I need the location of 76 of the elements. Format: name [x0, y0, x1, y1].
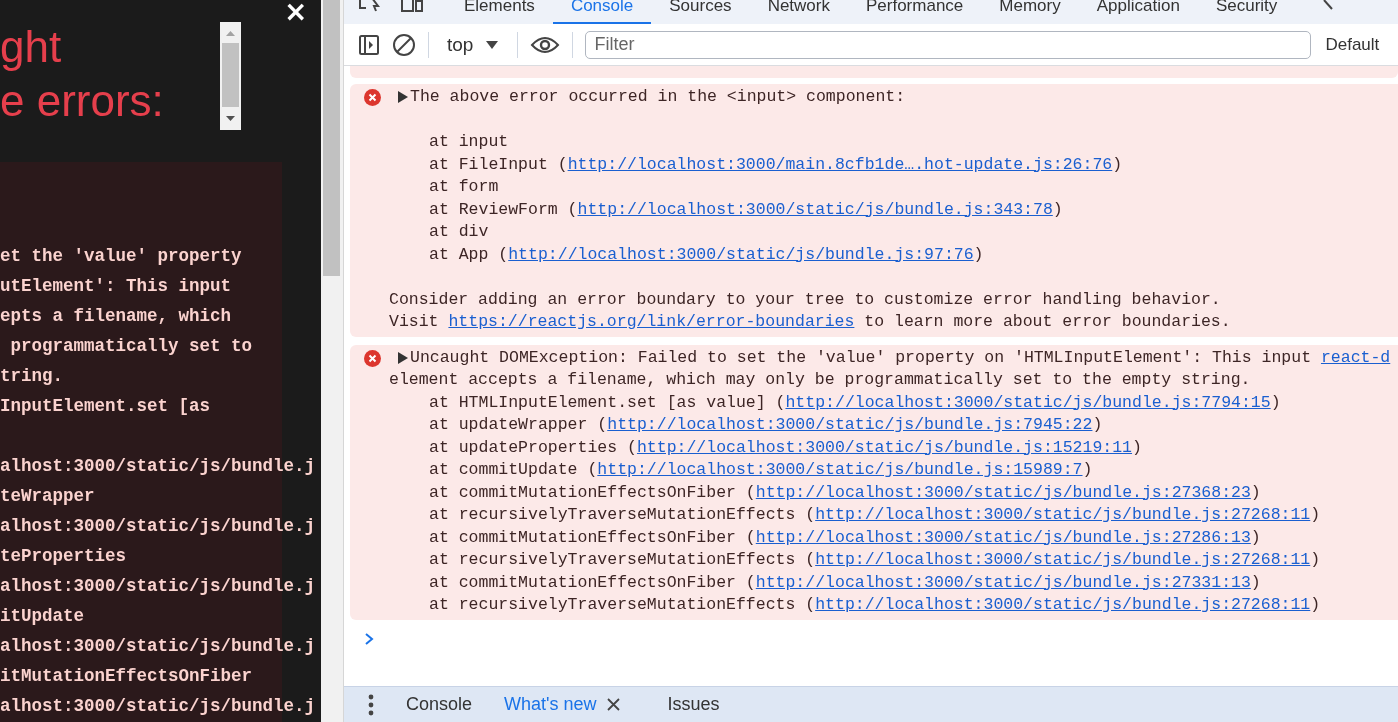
stack-frame: at commitMutationEffectsOnFiber (http://localhost:3000/static/js/bundle.js:27368:23) [429, 481, 1391, 504]
stack-line: teWrapper [0, 485, 95, 508]
expand-triangle-icon[interactable] [398, 91, 408, 104]
stack-frame: at form [429, 176, 1231, 199]
stack-line: teProperties [0, 545, 127, 568]
source-link[interactable]: http://localhost:3000/static/js/bundle.js:27286:13 [755, 527, 1251, 547]
source-link[interactable]: http://localhost:3000/static/js/bundle.js:343:78 [577, 199, 1053, 219]
error-text: The above error occurred in the <input> component: [410, 86, 906, 108]
drawer-tab[interactable]: Issues [651, 694, 736, 715]
close-button[interactable]: × [282, 0, 310, 24]
clear-console-icon[interactable] [392, 32, 416, 57]
prompt-icon[interactable] [364, 631, 374, 646]
note-text: Consider adding an error boundary to your tree to customize error handling behavior. [389, 288, 1222, 311]
stack-line: programmatically set to [9, 335, 253, 358]
sidebar-toggle-icon[interactable] [358, 33, 380, 56]
panel-tab[interactable]: Memory [981, 0, 1079, 24]
error-icon [364, 89, 381, 106]
stack-line: utElement': This input [0, 275, 232, 298]
stack-line: itMutationEffectsOnFiber [0, 665, 253, 688]
error-text: element accepts a filename, which may only be programmatically set to the empty string. [389, 369, 1252, 391]
source-link[interactable]: http://localhost:3000/static/js/bundle.js:7945:22 [607, 415, 1093, 434]
filter-field[interactable]: Filter [585, 30, 1312, 59]
title-scrollbar[interactable] [220, 22, 241, 130]
stack-line: alhost:3000/static/js/bundle.j [0, 635, 316, 658]
close-icon[interactable] [606, 698, 620, 711]
device-icon[interactable] [400, 0, 424, 12]
stack-frame: at commitMutationEffectsOnFiber (http://localhost:3000/static/js/bundle.js:27286:13) [429, 526, 1391, 549]
stack-frame: at recursivelyTraverseMutationEffects (http://localhost:3000/static/js/bundle.js:27268:11) [429, 504, 1391, 527]
stack-frame: at App (http://localhost:3000/static/js/bundle.js:97:76) [429, 243, 1231, 266]
source-link[interactable]: http://localhost:3000/static/js/bundle.js:27268:11 [815, 550, 1311, 569]
stack-line: itUpdate [0, 605, 84, 628]
overlay-title: ght e errors: [0, 21, 164, 127]
stack-line: et the 'value' property [0, 245, 242, 268]
source-link[interactable]: http://localhost:3000/static/js/bundle.js:27368:23 [755, 482, 1251, 502]
stack-frame: at updateWrapper (http://localhost:3000/static/js/bundle.js:7945:22) [429, 414, 1391, 437]
scrollbar-thumb[interactable] [323, 0, 340, 276]
stack-frame: at commitUpdate (http://localhost:3000/static/js/bundle.js:15989:7) [429, 459, 1391, 482]
error-icon [364, 349, 381, 367]
stack-frame: at recursivelyTraverseMutationEffects (http://localhost:3000/static/js/bundle.js:27268:11) [429, 594, 1391, 617]
stack-line: InputElement.set [as [0, 395, 211, 418]
expand-triangle-icon[interactable] [398, 351, 408, 364]
stack-frame: at recursivelyTraverseMutationEffects (http://localhost:3000/static/js/bundle.js:27268:11) [429, 549, 1391, 572]
stack-frame: at HTMLInputElement.set [as value] (http://localhost:3000/static/js/bundle.js:7794:15) [429, 391, 1391, 414]
more-options-icon[interactable] [368, 693, 374, 716]
stack-frame: at input [429, 131, 1231, 154]
eye-icon[interactable] [530, 34, 561, 55]
stack-frame: at FileInput (http://localhost:3000/main.8cfb1de….hot-update.js:26:76) [429, 153, 1231, 176]
docs-link[interactable]: https://reactjs.org/link/error-boundaries [448, 312, 855, 331]
stack-frame: at updateProperties (http://localhost:3000/static/js/bundle.js:15219:11) [429, 436, 1391, 459]
stack-line: alhost:3000/static/js/bundle.j [0, 575, 316, 598]
source-link[interactable]: http://localhost:3000/static/js/bundle.js:15989:7 [597, 460, 1083, 479]
source-link[interactable]: http://localhost:3000/static/js/bundle.js:27331:13 [755, 572, 1251, 592]
stack-frame: at commitMutationEffectsOnFiber (http://localhost:3000/static/js/bundle.js:27331:13) [429, 571, 1391, 594]
source-link[interactable]: http://localhost:3000/static/js/bundle.js:27268:11 [815, 595, 1311, 614]
panel-tab[interactable]: Sources [651, 0, 750, 24]
source-link[interactable]: http://localhost:3000/main.8cfb1de….hot-update.js:26:76 [567, 154, 1113, 174]
log-levels-dropdown[interactable]: Default [1325, 34, 1380, 55]
source-link[interactable]: react-d [1320, 347, 1391, 367]
drawer-tab[interactable]: Console [390, 694, 489, 715]
stack-line: alhost:3000/static/js/bundle.j [0, 455, 316, 478]
source-link[interactable]: http://localhost:3000/static/js/bundle.js:27268:11 [815, 505, 1311, 524]
source-link[interactable]: http://localhost:3000/static/js/bundle.js:15219:11 [636, 437, 1133, 457]
note-text: Visit https://reactjs.org/link/error-boundaries to learn more about error boundaries. [389, 311, 1231, 333]
page-scrollbar[interactable] [321, 0, 344, 722]
stack-frame: at div [429, 221, 1231, 244]
stack-frame: at ReviewForm (http://localhost:3000/static/js/bundle.js:343:78) [429, 198, 1231, 221]
source-link[interactable]: http://localhost:3000/static/js/bundle.js:7794:15 [785, 392, 1271, 412]
stack-line: alhost:3000/static/js/bundle.j [0, 695, 316, 718]
error-text: Uncaught DOMException: Failed to set the 'value' property on 'HTMLInputElement': This input react-d [410, 346, 1391, 369]
stack-line: alhost:3000/static/js/bundle.j [0, 515, 316, 538]
source-link[interactable]: http://localhost:3000/static/js/bundle.js:97:76 [508, 244, 974, 264]
stack-line: epts a filename, which [0, 305, 232, 328]
drawer-tab[interactable]: What's new [488, 694, 652, 715]
stack-line: tring. [0, 365, 63, 388]
dropdown-caret-icon [485, 39, 500, 50]
context-select[interactable]: top [441, 33, 506, 56]
